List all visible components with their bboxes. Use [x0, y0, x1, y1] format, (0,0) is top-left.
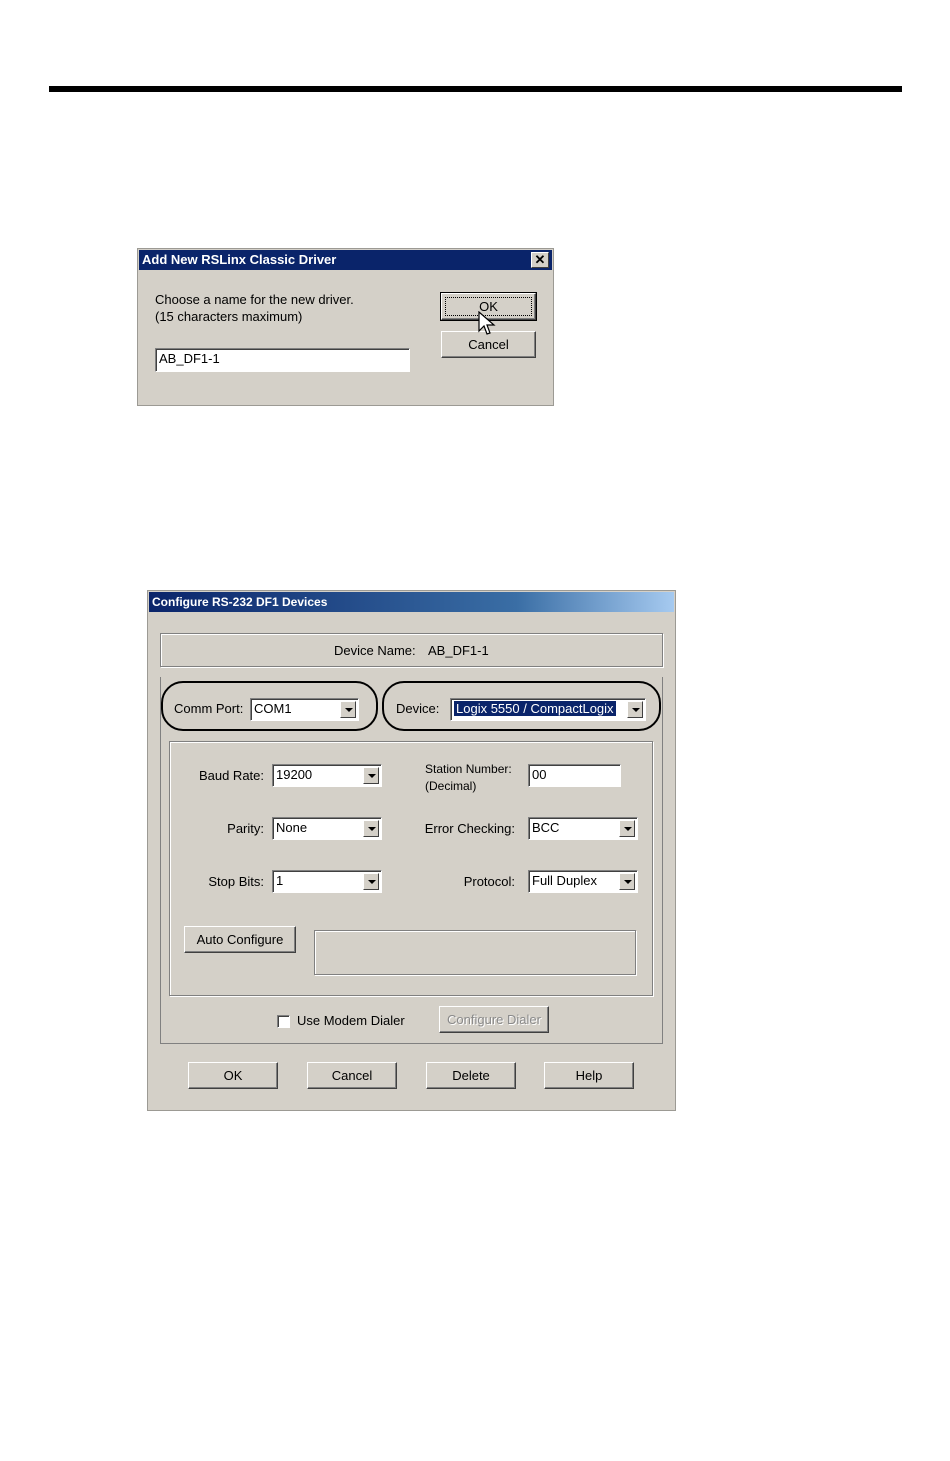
mouse-pointer-icon — [478, 311, 496, 335]
device-name-panel: Device Name: AB_DF1-1 — [160, 633, 663, 667]
driver-name-prompt-line1: Choose a name for the new driver. — [155, 292, 354, 307]
ok-button[interactable]: OK — [188, 1062, 278, 1089]
ok-button-label: OK — [223, 1068, 243, 1083]
add-driver-dialog-titlebar[interactable]: Add New RSLinx Classic Driver — [139, 250, 552, 270]
delete-button[interactable]: Delete — [426, 1062, 516, 1089]
help-button[interactable]: Help — [544, 1062, 634, 1089]
add-driver-dialog-title: Add New RSLinx Classic Driver — [142, 252, 337, 267]
cancel-button-label: Cancel — [331, 1068, 373, 1083]
configure-df1-dialog-titlebar[interactable]: Configure RS-232 DF1 Devices — [149, 592, 674, 612]
configure-df1-dialog: Configure RS-232 DF1 Devices Device Name… — [147, 590, 676, 1111]
cancel-button-label: Cancel — [468, 337, 509, 352]
cancel-button[interactable]: Cancel — [307, 1062, 397, 1089]
device-name-value: AB_DF1-1 — [428, 643, 489, 658]
driver-name-input[interactable]: AB_DF1-1 — [155, 348, 410, 372]
dialog-body-frame — [160, 677, 663, 1044]
driver-name-prompt-line2: (15 characters maximum) — [155, 309, 303, 324]
delete-button-label: Delete — [452, 1068, 490, 1083]
add-driver-dialog: Add New RSLinx Classic Driver ✕ Choose a… — [137, 248, 554, 406]
page-header-rule — [49, 86, 902, 92]
close-icon[interactable]: ✕ — [531, 252, 549, 268]
device-name-label: Device Name: — [334, 643, 416, 658]
configure-df1-dialog-title: Configure RS-232 DF1 Devices — [152, 595, 328, 609]
help-button-label: Help — [575, 1068, 603, 1083]
